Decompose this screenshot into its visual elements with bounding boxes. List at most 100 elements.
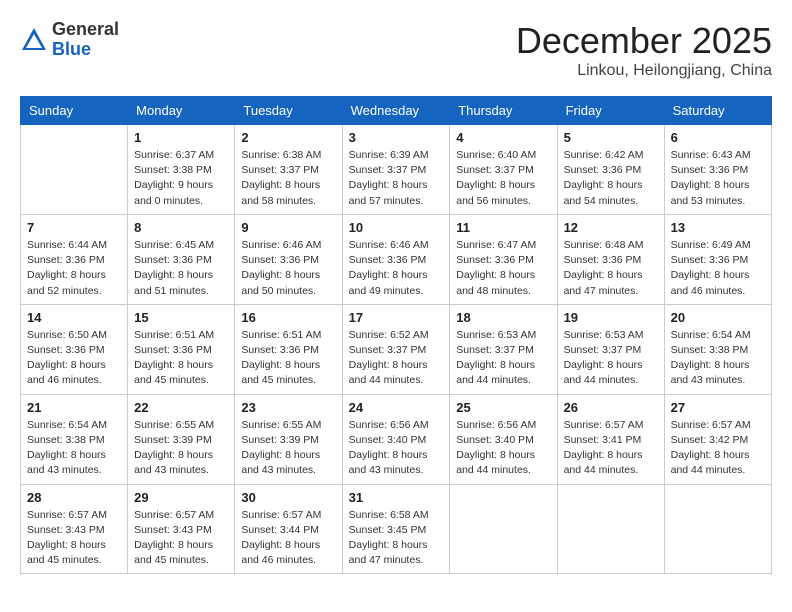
calendar-header-row: SundayMondayTuesdayWednesdayThursdayFrid… (21, 97, 772, 125)
day-info: Sunrise: 6:39 AM Sunset: 3:37 PM Dayligh… (349, 148, 444, 209)
title-area: December 2025 Linkou, Heilongjiang, Chin… (516, 20, 772, 80)
day-number: 7 (27, 220, 121, 235)
calendar-cell: 13 Sunrise: 6:49 AM Sunset: 3:36 PM Dayli… (664, 214, 771, 304)
calendar-week-row: 7 Sunrise: 6:44 AM Sunset: 3:36 PM Daylig… (21, 214, 772, 304)
calendar-cell: 24 Sunrise: 6:56 AM Sunset: 3:40 PM Dayli… (342, 394, 450, 484)
day-number: 4 (456, 130, 550, 145)
day-info: Sunrise: 6:46 AM Sunset: 3:36 PM Dayligh… (241, 238, 335, 299)
calendar-cell: 14Sunrise: 6:50 AM Sunset: 3:36 PM Dayli… (21, 304, 128, 394)
calendar-week-row: 21 Sunrise: 6:54 AM Sunset: 3:38 PM Dayli… (21, 394, 772, 484)
day-info: Sunrise: 6:38 AM Sunset: 3:37 PM Dayligh… (241, 148, 335, 209)
day-info: Sunrise: 6:48 AM Sunset: 3:36 PM Dayligh… (564, 238, 658, 299)
day-number: 6 (671, 130, 765, 145)
day-info: Sunrise: 6:56 AM Sunset: 3:40 PM Dayligh… (349, 418, 444, 479)
calendar-cell: 12 Sunrise: 6:48 AM Sunset: 3:36 PM Dayli… (557, 214, 664, 304)
day-info: Sunrise: 6:44 AM Sunset: 3:36 PM Dayligh… (27, 238, 121, 299)
calendar-week-row: 1 Sunrise: 6:37 AM Sunset: 3:38 PM Daylig… (21, 125, 772, 215)
day-number: 25 (456, 400, 550, 415)
calendar-cell: 25 Sunrise: 6:56 AM Sunset: 3:40 PM Dayli… (450, 394, 557, 484)
calendar-cell: 21 Sunrise: 6:54 AM Sunset: 3:38 PM Dayli… (21, 394, 128, 484)
day-number: 1 (134, 130, 228, 145)
calendar-cell: 20Sunrise: 6:54 AM Sunset: 3:38 PM Dayli… (664, 304, 771, 394)
day-info: Sunrise: 6:51 AM Sunset: 3:36 PM Dayligh… (134, 328, 228, 389)
calendar-cell (664, 484, 771, 574)
day-info: Sunrise: 6:40 AM Sunset: 3:37 PM Dayligh… (456, 148, 550, 209)
calendar-cell: 4 Sunrise: 6:40 AM Sunset: 3:37 PM Daylig… (450, 125, 557, 215)
day-number: 19 (564, 310, 658, 325)
calendar-week-row: 14Sunrise: 6:50 AM Sunset: 3:36 PM Dayli… (21, 304, 772, 394)
calendar-cell: 16 Sunrise: 6:51 AM Sunset: 3:36 PM Dayli… (235, 304, 342, 394)
day-number: 16 (241, 310, 335, 325)
day-info: Sunrise: 6:53 AM Sunset: 3:37 PM Dayligh… (564, 328, 658, 389)
day-info: Sunrise: 6:47 AM Sunset: 3:36 PM Dayligh… (456, 238, 550, 299)
location-title: Linkou, Heilongjiang, China (516, 62, 772, 80)
day-number: 24 (349, 400, 444, 415)
day-info: Sunrise: 6:57 AM Sunset: 3:41 PM Dayligh… (564, 418, 658, 479)
day-info: Sunrise: 6:54 AM Sunset: 3:38 PM Dayligh… (27, 418, 121, 479)
day-number: 15 (134, 310, 228, 325)
day-number: 11 (456, 220, 550, 235)
day-number: 27 (671, 400, 765, 415)
logo: General Blue (20, 20, 119, 60)
day-number: 8 (134, 220, 228, 235)
month-title: December 2025 (516, 20, 772, 62)
day-info: Sunrise: 6:45 AM Sunset: 3:36 PM Dayligh… (134, 238, 228, 299)
day-number: 29 (134, 490, 228, 505)
day-number: 10 (349, 220, 444, 235)
day-number: 20 (671, 310, 765, 325)
day-info: Sunrise: 6:49 AM Sunset: 3:36 PM Dayligh… (671, 238, 765, 299)
calendar-cell: 28 Sunrise: 6:57 AM Sunset: 3:43 PM Dayli… (21, 484, 128, 574)
calendar-cell: 30 Sunrise: 6:57 AM Sunset: 3:44 PM Dayli… (235, 484, 342, 574)
logo-text: General Blue (52, 20, 119, 60)
calendar-cell: 2Sunrise: 6:38 AM Sunset: 3:37 PM Daylig… (235, 125, 342, 215)
calendar-cell (450, 484, 557, 574)
calendar-cell: 29 Sunrise: 6:57 AM Sunset: 3:43 PM Dayli… (128, 484, 235, 574)
calendar-cell: 6 Sunrise: 6:43 AM Sunset: 3:36 PM Daylig… (664, 125, 771, 215)
day-info: Sunrise: 6:37 AM Sunset: 3:38 PM Dayligh… (134, 148, 228, 209)
day-number: 3 (349, 130, 444, 145)
column-header-monday: Monday (128, 97, 235, 125)
calendar-cell: 9 Sunrise: 6:46 AM Sunset: 3:36 PM Daylig… (235, 214, 342, 304)
calendar-week-row: 28 Sunrise: 6:57 AM Sunset: 3:43 PM Dayli… (21, 484, 772, 574)
logo-icon (20, 26, 48, 54)
calendar-cell: 18 Sunrise: 6:53 AM Sunset: 3:37 PM Dayli… (450, 304, 557, 394)
column-header-thursday: Thursday (450, 97, 557, 125)
day-info: Sunrise: 6:57 AM Sunset: 3:42 PM Dayligh… (671, 418, 765, 479)
calendar-cell: 27 Sunrise: 6:57 AM Sunset: 3:42 PM Dayli… (664, 394, 771, 484)
day-number: 5 (564, 130, 658, 145)
day-info: Sunrise: 6:55 AM Sunset: 3:39 PM Dayligh… (241, 418, 335, 479)
day-info: Sunrise: 6:57 AM Sunset: 3:44 PM Dayligh… (241, 508, 335, 569)
day-info: Sunrise: 6:56 AM Sunset: 3:40 PM Dayligh… (456, 418, 550, 479)
day-info: Sunrise: 6:43 AM Sunset: 3:36 PM Dayligh… (671, 148, 765, 209)
calendar-cell: 15 Sunrise: 6:51 AM Sunset: 3:36 PM Dayli… (128, 304, 235, 394)
calendar-cell: 19 Sunrise: 6:53 AM Sunset: 3:37 PM Dayli… (557, 304, 664, 394)
calendar-cell: 3 Sunrise: 6:39 AM Sunset: 3:37 PM Daylig… (342, 125, 450, 215)
day-info: Sunrise: 6:55 AM Sunset: 3:39 PM Dayligh… (134, 418, 228, 479)
calendar-cell (21, 125, 128, 215)
day-number: 12 (564, 220, 658, 235)
calendar-cell: 8 Sunrise: 6:45 AM Sunset: 3:36 PM Daylig… (128, 214, 235, 304)
day-info: Sunrise: 6:51 AM Sunset: 3:36 PM Dayligh… (241, 328, 335, 389)
calendar-cell: 10 Sunrise: 6:46 AM Sunset: 3:36 PM Dayli… (342, 214, 450, 304)
day-number: 22 (134, 400, 228, 415)
calendar-cell: 1 Sunrise: 6:37 AM Sunset: 3:38 PM Daylig… (128, 125, 235, 215)
column-header-friday: Friday (557, 97, 664, 125)
day-info: Sunrise: 6:42 AM Sunset: 3:36 PM Dayligh… (564, 148, 658, 209)
day-number: 21 (27, 400, 121, 415)
day-number: 23 (241, 400, 335, 415)
day-info: Sunrise: 6:57 AM Sunset: 3:43 PM Dayligh… (134, 508, 228, 569)
day-number: 17 (349, 310, 444, 325)
day-info: Sunrise: 6:52 AM Sunset: 3:37 PM Dayligh… (349, 328, 444, 389)
column-header-saturday: Saturday (664, 97, 771, 125)
day-info: Sunrise: 6:53 AM Sunset: 3:37 PM Dayligh… (456, 328, 550, 389)
column-header-sunday: Sunday (21, 97, 128, 125)
day-number: 18 (456, 310, 550, 325)
day-info: Sunrise: 6:46 AM Sunset: 3:36 PM Dayligh… (349, 238, 444, 299)
day-number: 30 (241, 490, 335, 505)
calendar-cell: 26Sunrise: 6:57 AM Sunset: 3:41 PM Dayli… (557, 394, 664, 484)
day-info: Sunrise: 6:57 AM Sunset: 3:43 PM Dayligh… (27, 508, 121, 569)
day-number: 28 (27, 490, 121, 505)
day-info: Sunrise: 6:50 AM Sunset: 3:36 PM Dayligh… (27, 328, 121, 389)
day-number: 13 (671, 220, 765, 235)
day-number: 9 (241, 220, 335, 235)
